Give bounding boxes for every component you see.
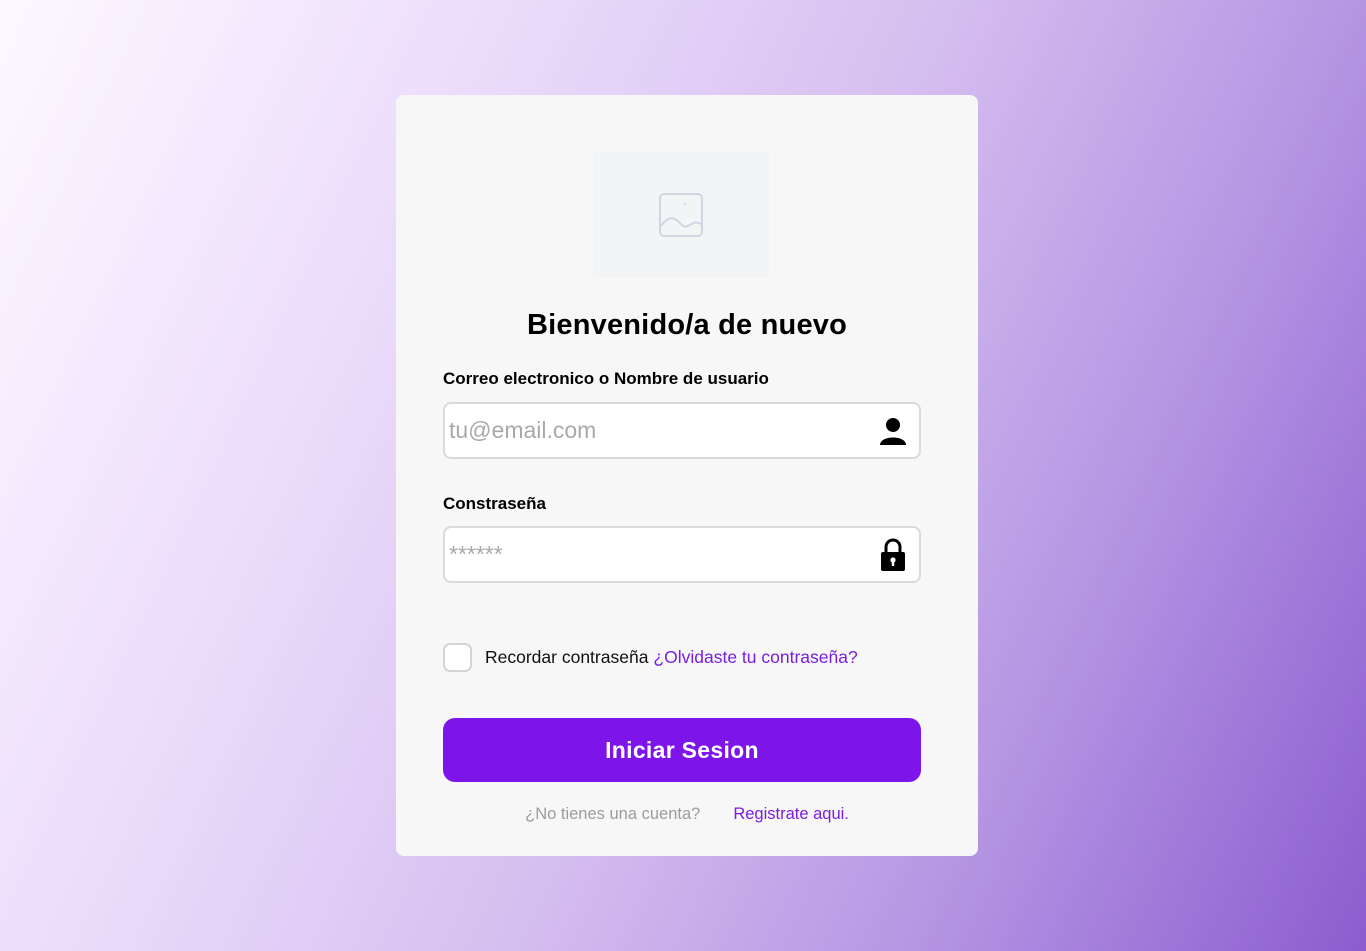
image-placeholder-icon — [659, 193, 703, 237]
password-label: Constraseña — [443, 494, 546, 513]
remember-label: Recordar contraseña — [485, 647, 649, 667]
login-card: Bienvenido/a de nuevo Correo electronico… — [396, 95, 978, 856]
email-input[interactable] — [449, 404, 859, 457]
email-field[interactable] — [443, 402, 921, 459]
page-title: Bienvenido/a de nuevo — [526, 309, 848, 341]
signup-row: ¿No tienes una cuenta? Registrate aqui. — [396, 805, 978, 824]
remember-checkbox[interactable] — [443, 643, 472, 672]
user-icon — [879, 416, 907, 446]
register-link[interactable]: Registrate aqui. — [733, 805, 849, 824]
login-button[interactable]: Iniciar Sesion — [443, 718, 921, 782]
forgot-password-link[interactable]: ¿Olvidaste tu contraseña? — [653, 647, 857, 668]
remember-row: Recordar contraseña ¿Olvidaste tu contra… — [443, 643, 858, 672]
signup-question: ¿No tienes una cuenta? — [525, 805, 701, 823]
logo-placeholder — [593, 152, 769, 278]
password-field[interactable] — [443, 526, 921, 583]
email-label: Correo electronico o Nombre de usuario — [443, 369, 769, 388]
password-input[interactable] — [449, 528, 859, 581]
lock-icon — [879, 538, 907, 571]
